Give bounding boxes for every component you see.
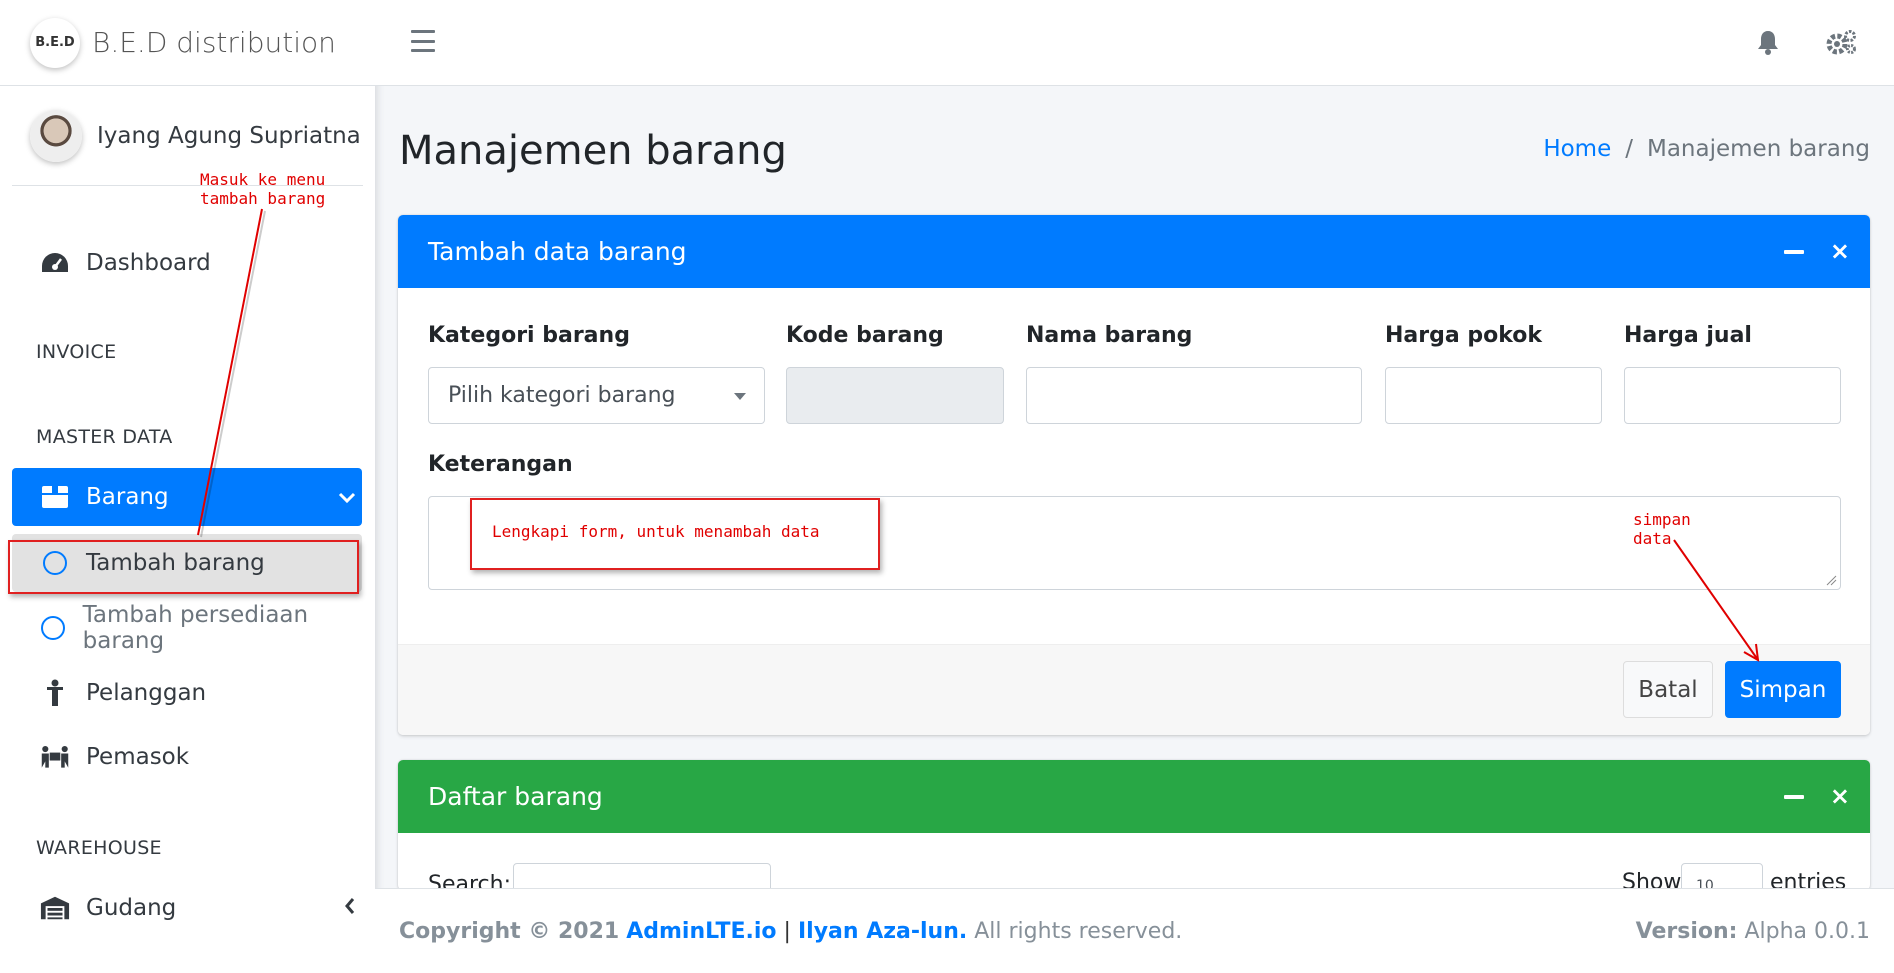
menu-toggle-icon[interactable] bbox=[411, 30, 435, 52]
label-keterangan: Keterangan bbox=[428, 452, 573, 477]
sidebar-item-dashboard[interactable]: Dashboard bbox=[12, 234, 362, 292]
annotation-menu-note: Masuk ke menu tambah barang bbox=[200, 170, 326, 208]
sidebar-item-label: Tambah persediaan barang bbox=[82, 602, 309, 654]
entries-label: entries bbox=[1770, 870, 1847, 890]
nav-header-invoice: INVOICE bbox=[36, 341, 117, 363]
sidebar-item-label: Barang bbox=[86, 484, 169, 510]
breadcrumb: Home / Manajemen barang bbox=[1543, 136, 1870, 162]
sidebar-item-barang[interactable]: Barang bbox=[12, 468, 362, 526]
avatar bbox=[30, 109, 82, 162]
harga-pokok-input[interactable] bbox=[1385, 367, 1602, 424]
nav-header-warehouse: WAREHOUSE bbox=[36, 837, 162, 859]
user-name[interactable]: Iyang Agung Supriatna bbox=[97, 123, 361, 149]
label-harga-jual: Harga jual bbox=[1624, 323, 1752, 348]
sidebar-item-label: Pemasok bbox=[86, 744, 190, 770]
footer-link-author[interactable]: Ilyan Aza-lun. bbox=[798, 919, 967, 944]
warehouse-icon bbox=[40, 894, 70, 922]
nama-input[interactable] bbox=[1026, 367, 1362, 424]
sidebar-item-label: Dashboard bbox=[86, 250, 211, 276]
label-nama: Nama barang bbox=[1026, 323, 1193, 348]
annotation-save-note: simpan data bbox=[1633, 510, 1691, 548]
brand-name: B.E.D distribution bbox=[92, 26, 336, 59]
top-navbar bbox=[375, 0, 1894, 86]
sidebar-item-label: Pelanggan bbox=[86, 680, 207, 706]
breadcrumb-separator: / bbox=[1625, 136, 1633, 162]
close-icon[interactable]: × bbox=[1830, 784, 1850, 808]
item-list-card: Daftar barang × Search: Show 10 entries bbox=[398, 760, 1870, 890]
card-header: Tambah data barang × bbox=[398, 215, 1870, 288]
minus-icon[interactable] bbox=[1783, 795, 1804, 799]
resize-handle-icon[interactable] bbox=[1825, 574, 1837, 586]
people-carry-icon bbox=[40, 743, 70, 771]
rights-text: All rights reserved. bbox=[974, 918, 1183, 944]
page-title: Manajemen barang bbox=[399, 128, 787, 174]
label-harga-pokok: Harga pokok bbox=[1385, 323, 1543, 348]
breadcrumb-current: Manajemen barang bbox=[1646, 136, 1870, 162]
card-title: Tambah data barang bbox=[428, 237, 687, 266]
gears-icon[interactable] bbox=[1825, 26, 1857, 58]
sidebar-item-tambah-persediaan[interactable]: Tambah persediaan barang bbox=[12, 599, 362, 657]
footer-separator: | bbox=[783, 918, 791, 944]
sidebar: B.E.D B.E.D distribution Iyang Agung Sup… bbox=[0, 0, 375, 973]
annotation-highlight-tambah-barang bbox=[8, 540, 359, 594]
page-footer: Copyright © 2021 AdminLTE.io | Ilyan Aza… bbox=[375, 888, 1894, 973]
breadcrumb-home-link[interactable]: Home bbox=[1543, 136, 1611, 162]
annotation-form-note: Lengkapi form, untuk menambah data bbox=[492, 522, 820, 541]
save-button[interactable]: Simpan bbox=[1725, 661, 1841, 718]
kategori-selected-value: Pilih kategori barang bbox=[448, 383, 676, 408]
footer-link-adminlte[interactable]: AdminLTE.io bbox=[626, 919, 776, 944]
chevron-left-icon bbox=[344, 896, 356, 920]
nav-header-master-data: MASTER DATA bbox=[36, 426, 173, 448]
circle-icon bbox=[40, 614, 67, 642]
search-input[interactable] bbox=[513, 863, 771, 890]
person-icon bbox=[40, 679, 70, 707]
label-kode: Kode barang bbox=[786, 323, 944, 348]
minus-icon[interactable] bbox=[1783, 250, 1804, 254]
copyright-text: Copyright © 2021 bbox=[399, 918, 620, 944]
sidebar-item-pemasok[interactable]: Pemasok bbox=[12, 728, 362, 786]
kategori-select[interactable]: Pilih kategori barang bbox=[428, 367, 765, 424]
show-label: Show bbox=[1622, 870, 1682, 890]
caret-down-icon bbox=[734, 393, 746, 400]
brand-logo: B.E.D bbox=[30, 17, 80, 68]
kode-input bbox=[786, 367, 1004, 424]
sidebar-item-gudang[interactable]: Gudang bbox=[12, 879, 362, 937]
version-info: Version: Alpha 0.0.1 bbox=[1635, 918, 1870, 944]
bell-icon[interactable] bbox=[1752, 26, 1784, 58]
card-header: Daftar barang × bbox=[398, 760, 1870, 833]
sidebar-item-pelanggan[interactable]: Pelanggan bbox=[12, 664, 362, 722]
cancel-button[interactable]: Batal bbox=[1623, 661, 1713, 718]
label-kategori: Kategori barang bbox=[428, 323, 630, 348]
entries-select[interactable]: 10 bbox=[1681, 863, 1763, 890]
sidebar-item-label: Gudang bbox=[86, 895, 177, 921]
box-icon bbox=[40, 483, 70, 511]
dashboard-icon bbox=[40, 249, 70, 277]
close-icon[interactable]: × bbox=[1830, 239, 1850, 263]
chevron-down-icon bbox=[338, 485, 356, 509]
brand-link[interactable]: B.E.D B.E.D distribution bbox=[0, 0, 375, 86]
card-title: Daftar barang bbox=[428, 782, 603, 811]
harga-jual-input[interactable] bbox=[1624, 367, 1841, 424]
